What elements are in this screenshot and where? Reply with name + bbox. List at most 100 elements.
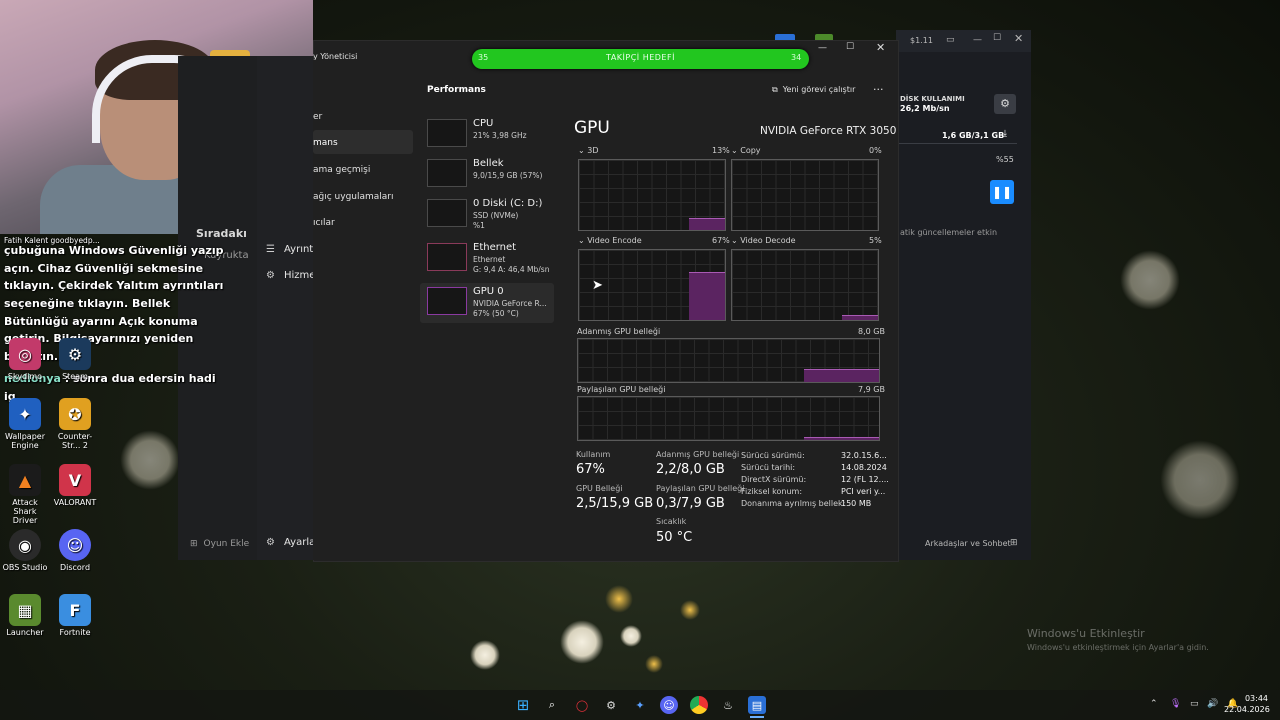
cpu-mini-graph bbox=[427, 119, 467, 147]
clock-date[interactable]: 22.04.2026 bbox=[1224, 705, 1270, 714]
desktop-icon-obs[interactable]: ◉ OBS Studio bbox=[0, 529, 50, 572]
tm-nav-app-history[interactable]: ama geçmişi bbox=[313, 165, 370, 175]
driver-info-values: 32.0.15.6... 14.08.2024 12 (FL 12.... PC… bbox=[841, 450, 889, 510]
tm-nav-startup-apps[interactable]: ağıç uygulamaları bbox=[313, 192, 394, 202]
desktop-icon-skydimo[interactable]: ◎ Skydimo bbox=[0, 338, 50, 381]
desktop-icon-label: Fortnite bbox=[59, 628, 91, 637]
physical-location-value: PCI veri y... bbox=[841, 487, 886, 496]
desktop-icon-label: Steam bbox=[62, 372, 88, 381]
desktop-icon-launcher[interactable]: ▦ Launcher bbox=[0, 594, 50, 637]
search-icon[interactable]: ⌕ bbox=[543, 696, 561, 714]
perf-item-cpu[interactable]: CPU 21% 3,98 GHz bbox=[420, 116, 554, 156]
stat-shared-label: Paylaşılan GPU belleği bbox=[656, 484, 745, 493]
chat-line: tıklayın. Çekirdek Yalıtım ayrıntıları bbox=[4, 279, 224, 292]
gear-icon: ⚙ bbox=[266, 536, 275, 548]
chat-line: Bütünlüğü ayarını Açık konuma bbox=[4, 315, 198, 328]
desktop-icon-label: Wallpaper Engine bbox=[4, 432, 45, 450]
perf-item-gpu[interactable]: GPU 0 NVIDIA GeForce R... 67% (50 °C) bbox=[420, 284, 554, 324]
download-icon: ⤓ bbox=[1003, 129, 1007, 139]
engine-decode-name: Video Decode bbox=[740, 236, 796, 245]
more-options-icon[interactable]: ··· bbox=[873, 83, 884, 96]
desktop-icon-steam[interactable]: ⚙ Steam bbox=[50, 338, 100, 381]
desktop-icon-counter-strike[interactable]: ✪ Counter-Str... 2 bbox=[50, 398, 100, 450]
skydimo-icon: ◎ bbox=[9, 338, 41, 370]
wallpaper-flower bbox=[560, 620, 604, 664]
attack-shark-icon: ▲ bbox=[9, 464, 41, 496]
auto-updates-note: atik güncellemeler etkin bbox=[900, 228, 998, 237]
engine-copy-label: ⌄ Copy bbox=[731, 146, 761, 155]
counter-strike-icon: ✪ bbox=[59, 398, 91, 430]
perf-item-cpu-name: CPU bbox=[473, 118, 494, 129]
pause-download-button[interactable]: ❚❚ bbox=[990, 180, 1014, 204]
run-task-icon: ⧉ bbox=[772, 85, 778, 94]
steam-wallet[interactable]: $1.11 bbox=[910, 36, 933, 45]
steam-bigpicture-icon[interactable]: ▭ bbox=[946, 35, 955, 45]
tray-chevron-icon[interactable]: ⌃ bbox=[1150, 699, 1158, 709]
run-new-task-button[interactable]: ⧉ Yeni görevi çalıştır bbox=[772, 85, 855, 95]
wallpaper-flower bbox=[620, 625, 642, 647]
driver-version-key: Sürücü sürümü: bbox=[741, 451, 805, 460]
clock-time[interactable]: 03:44 bbox=[1236, 694, 1268, 703]
friends-chat-icon[interactable]: ⊞ bbox=[1010, 538, 1018, 548]
graph-video-decode bbox=[731, 249, 879, 321]
engine-3d-label: ⌄ 3D bbox=[578, 146, 599, 155]
task-manager-taskbar-icon[interactable]: ▤ bbox=[748, 696, 766, 714]
gpu-title: GPU bbox=[574, 118, 610, 138]
start-menu-icon[interactable]: ⊞ bbox=[514, 696, 532, 714]
launcher-settings-button[interactable]: ⚙ Ayarlar bbox=[266, 537, 319, 548]
desktop-icon-valorant[interactable]: V VALORANT bbox=[50, 464, 100, 507]
gpu-model: NVIDIA GeForce RTX 3050 bbox=[760, 125, 897, 137]
discord-taskbar-icon[interactable]: ☺ bbox=[660, 696, 678, 714]
settings-taskbar-icon[interactable]: ✦ bbox=[631, 696, 649, 714]
obs-icon: ◉ bbox=[9, 529, 41, 561]
steam-minimize-icon[interactable]: — bbox=[973, 35, 982, 45]
perf-item-disk-type: SSD (NVMe) bbox=[473, 211, 519, 220]
wallpaper-flower bbox=[120, 430, 180, 490]
dedicated-mem-max: 8,0 GB bbox=[858, 327, 885, 336]
perf-item-disk[interactable]: 0 Diski (C: D:) SSD (NVMe) %1 bbox=[420, 196, 554, 236]
desktop-icon-attack-shark[interactable]: ▲ Attack Shark Driver bbox=[0, 464, 50, 525]
activation-watermark-text: Windows'u etkinleştirmek için Ayarlar'a … bbox=[1027, 643, 1209, 652]
download-settings-icon[interactable]: ⚙ bbox=[994, 94, 1016, 114]
stat-dedicated-label: Adanmış GPU belleği bbox=[656, 450, 740, 459]
active-app-indicator bbox=[750, 716, 764, 718]
close-icon[interactable]: ✕ bbox=[876, 41, 885, 54]
graph-grid bbox=[578, 397, 879, 440]
tm-nav-performance[interactable]: mans bbox=[313, 138, 338, 148]
perf-item-ethernet-type: Ethernet bbox=[473, 255, 506, 264]
add-game-button[interactable]: ⊞ Oyun Ekle bbox=[190, 539, 249, 549]
desktop-icon-label: OBS Studio bbox=[2, 563, 48, 572]
chrome-icon[interactable] bbox=[690, 696, 708, 714]
network-icon[interactable]: ▭ bbox=[1190, 699, 1199, 709]
desktop-icon-discord[interactable]: ☺ Discord bbox=[50, 529, 100, 572]
steam-maximize-icon[interactable]: ☐ bbox=[993, 33, 1001, 43]
steam-close-icon[interactable]: ✕ bbox=[1014, 32, 1023, 45]
perf-item-memory[interactable]: Bellek 9,0/15,9 GB (57%) bbox=[420, 156, 554, 196]
graph-3d-fill bbox=[689, 218, 725, 230]
perf-item-memory-detail: 9,0/15,9 GB (57%) bbox=[473, 171, 543, 180]
maximize-icon[interactable]: ☐ bbox=[846, 42, 854, 52]
directx-version-key: DirectX sürümü: bbox=[741, 475, 807, 484]
dedicated-mem-label: Adanmış GPU belleği bbox=[577, 327, 661, 336]
desktop-icon-wallpaper-engine[interactable]: ✦ Wallpaper Engine bbox=[0, 398, 50, 450]
wallpaper-flower bbox=[605, 585, 633, 613]
steam-taskbar-icon[interactable]: ⚙ bbox=[602, 696, 620, 714]
desktop-icon-fortnite[interactable]: F Fortnite bbox=[50, 594, 100, 637]
volume-icon[interactable]: 🔊 bbox=[1207, 699, 1218, 709]
desktop-icon-label: Launcher bbox=[6, 628, 44, 637]
minimize-icon[interactable]: — bbox=[818, 43, 827, 53]
graph-shared-memory-fill bbox=[804, 437, 879, 440]
perf-item-gpu-usage: 67% (50 °C) bbox=[473, 309, 519, 318]
driver-version-value: 32.0.15.6... bbox=[841, 451, 887, 460]
engine-encode-name: Video Encode bbox=[587, 236, 642, 245]
friends-chat-button[interactable]: Arkadaşlar ve Sohbet bbox=[925, 539, 1011, 548]
shared-mem-label: Paylaşılan GPU belleği bbox=[577, 385, 666, 394]
tm-nav-processes[interactable]: er bbox=[313, 112, 322, 122]
microphone-icon[interactable]: 🎙 bbox=[1170, 699, 1181, 709]
graph-dedicated-memory-fill bbox=[804, 369, 879, 382]
steam-client-icon[interactable]: ♨ bbox=[719, 696, 737, 714]
tm-nav-users[interactable]: ıcılar bbox=[313, 218, 335, 228]
add-game-label: Oyun Ekle bbox=[203, 539, 250, 549]
opera-gx-icon[interactable]: ◯ bbox=[573, 696, 591, 714]
perf-item-ethernet[interactable]: Ethernet Ethernet G: 9,4 A: 46,4 Mb/sn bbox=[420, 240, 554, 280]
